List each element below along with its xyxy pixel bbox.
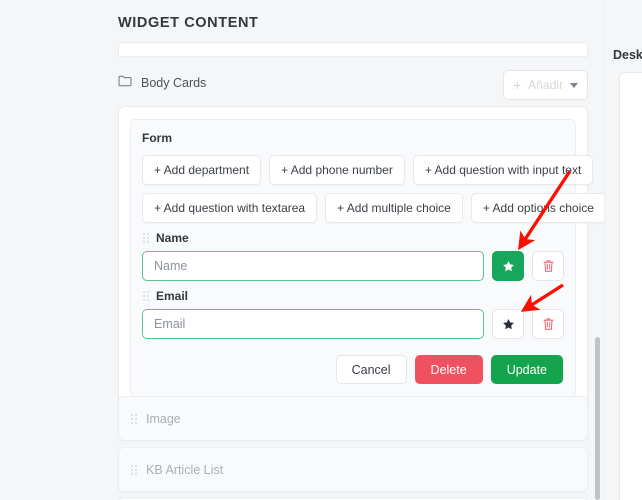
- field-header-name: Name: [142, 231, 564, 245]
- widget-content-editor: WIDGET CONTENT Body Cards + Añadir Form …: [0, 0, 642, 500]
- cancel-button[interactable]: Cancel: [335, 355, 407, 384]
- trash-icon: [542, 318, 554, 330]
- email-required-star-button[interactable]: [492, 309, 524, 339]
- name-required-star-button[interactable]: [492, 251, 524, 281]
- editor-scrollbar-track[interactable]: [593, 0, 602, 500]
- update-button[interactable]: Update: [490, 355, 563, 384]
- name-input[interactable]: [142, 251, 484, 281]
- field-header-email: Email: [142, 289, 564, 303]
- add-options-choice-button[interactable]: + Add options choice: [470, 193, 606, 223]
- field-row-email: [142, 309, 564, 339]
- folder-icon: [118, 74, 132, 92]
- add-card-button[interactable]: + Añadir: [503, 70, 588, 100]
- previous-card-partial: [118, 42, 588, 56]
- body-cards-label: Body Cards: [141, 76, 207, 90]
- trash-icon: [542, 260, 554, 272]
- collapsed-card-image[interactable]: Image: [118, 396, 588, 441]
- body-cards-section-header: Body Cards: [118, 74, 206, 92]
- star-icon: [502, 260, 514, 271]
- add-multiple-choice-button[interactable]: + Add multiple choice: [325, 193, 463, 223]
- email-input[interactable]: [142, 309, 484, 339]
- email-delete-button[interactable]: [532, 309, 564, 339]
- add-question-input-text-button[interactable]: + Add question with input text: [412, 155, 594, 185]
- preview-frame: [619, 72, 642, 500]
- form-actions: Cancel Delete Update: [142, 355, 564, 384]
- editor-column: WIDGET CONTENT Body Cards + Añadir Form …: [100, 0, 606, 500]
- drag-handle-icon[interactable]: [143, 233, 149, 243]
- form-card: Form + Add department + Add phone number…: [118, 106, 606, 410]
- plus-icon: +: [513, 77, 522, 93]
- preview-title: Desktop: [613, 48, 642, 62]
- name-delete-button[interactable]: [532, 251, 564, 281]
- add-card-label: Añadir: [528, 78, 563, 92]
- preview-panel: Desktop: [604, 0, 642, 500]
- drag-handle-icon[interactable]: [131, 464, 137, 475]
- collapsed-card-label: KB Article List: [146, 462, 224, 477]
- chevron-down-icon: [569, 82, 578, 88]
- drag-handle-icon[interactable]: [143, 291, 149, 301]
- star-icon: [502, 318, 514, 329]
- field-title-email: Email: [156, 289, 189, 303]
- field-block-name: Name: [142, 231, 564, 281]
- drag-handle-icon[interactable]: [131, 413, 137, 424]
- add-phone-number-button[interactable]: + Add phone number: [269, 155, 405, 185]
- add-department-button[interactable]: + Add department: [142, 155, 262, 185]
- page-title: WIDGET CONTENT: [118, 15, 259, 31]
- add-field-chip-row-2: + Add question with textarea + Add multi…: [142, 193, 606, 223]
- collapsed-card-kb-article-list[interactable]: KB Article List: [118, 447, 588, 492]
- add-field-chip-row-1: + Add department + Add phone number + Ad…: [142, 155, 594, 185]
- editor-scrollbar-thumb[interactable]: [595, 337, 600, 500]
- add-question-textarea-button[interactable]: + Add question with textarea: [142, 193, 318, 223]
- field-title-name: Name: [156, 231, 189, 245]
- collapsed-card-label: Image: [146, 411, 181, 426]
- form-inner-panel: Form + Add department + Add phone number…: [130, 119, 606, 397]
- field-row-name: [142, 251, 564, 281]
- delete-button[interactable]: Delete: [414, 355, 483, 384]
- page-left-gutter: [0, 0, 100, 500]
- form-title: Form: [142, 131, 172, 145]
- field-block-email: Email: [142, 289, 564, 339]
